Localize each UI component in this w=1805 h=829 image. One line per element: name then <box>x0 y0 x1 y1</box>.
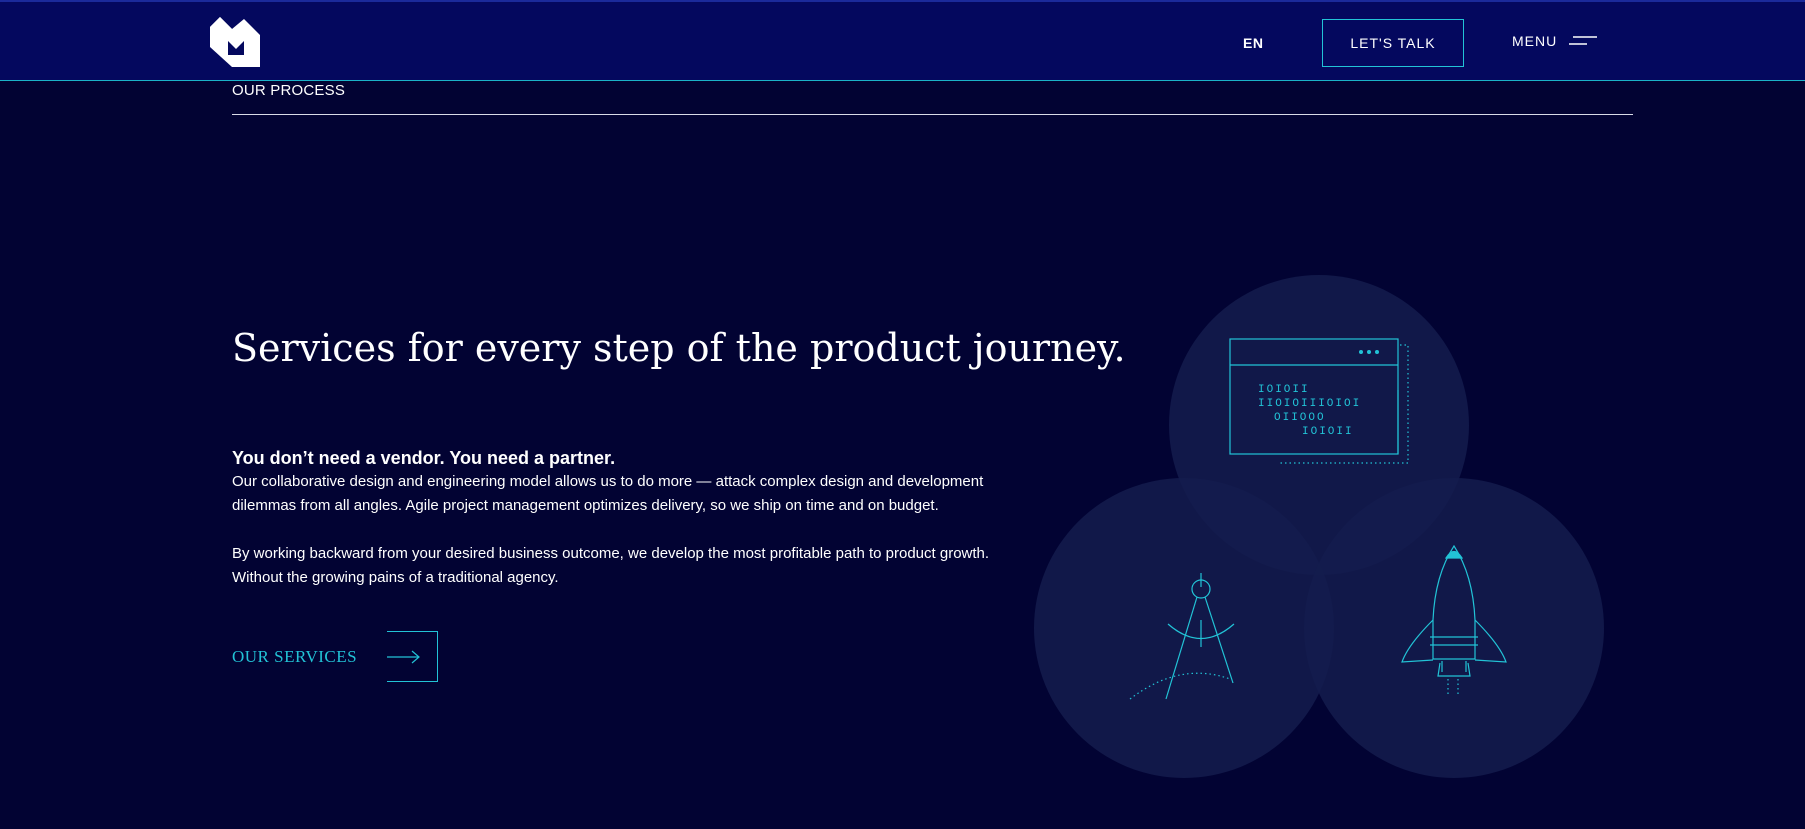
lets-talk-button[interactable]: LET'S TALK <box>1322 19 1464 67</box>
right-circle <box>1304 478 1604 778</box>
page-headline: Services for every step of the product j… <box>232 326 1126 370</box>
intro-paragraph-2: By working backward from your desired bu… <box>232 545 990 586</box>
our-services-label: OUR SERVICES <box>232 646 358 666</box>
services-illustration: IOIOII IIOIOIIIOIOI OIIOOO IOIOII <box>1034 275 1604 778</box>
section-subheading: You don’t need a vendor. You need a part… <box>232 448 616 468</box>
our-services-link[interactable]: OUR SERVICES <box>232 631 439 682</box>
code-line-2: IIOIOIIIOIOI <box>1258 398 1361 410</box>
section-divider <box>232 114 1633 115</box>
code-line-1: IOIOII <box>1258 384 1310 396</box>
intro-paragraph-1: Our collaborative design and engineering… <box>232 473 984 514</box>
arrow-right-icon <box>387 631 439 682</box>
hamburger-menu-icon <box>1569 36 1598 45</box>
code-line-4: IOIOII <box>1302 426 1354 438</box>
code-line-3: OIIOOO <box>1274 412 1326 424</box>
section-eyebrow: OUR PROCESS <box>232 82 346 99</box>
menu-button[interactable]: MENU <box>1512 33 1598 49</box>
brand-logo-icon[interactable] <box>210 17 265 69</box>
language-selector[interactable]: EN <box>1243 35 1263 51</box>
left-circle <box>1034 478 1334 778</box>
top-navigation-bar: EN LET'S TALK MENU <box>0 0 1805 81</box>
menu-label: MENU <box>1512 33 1558 49</box>
